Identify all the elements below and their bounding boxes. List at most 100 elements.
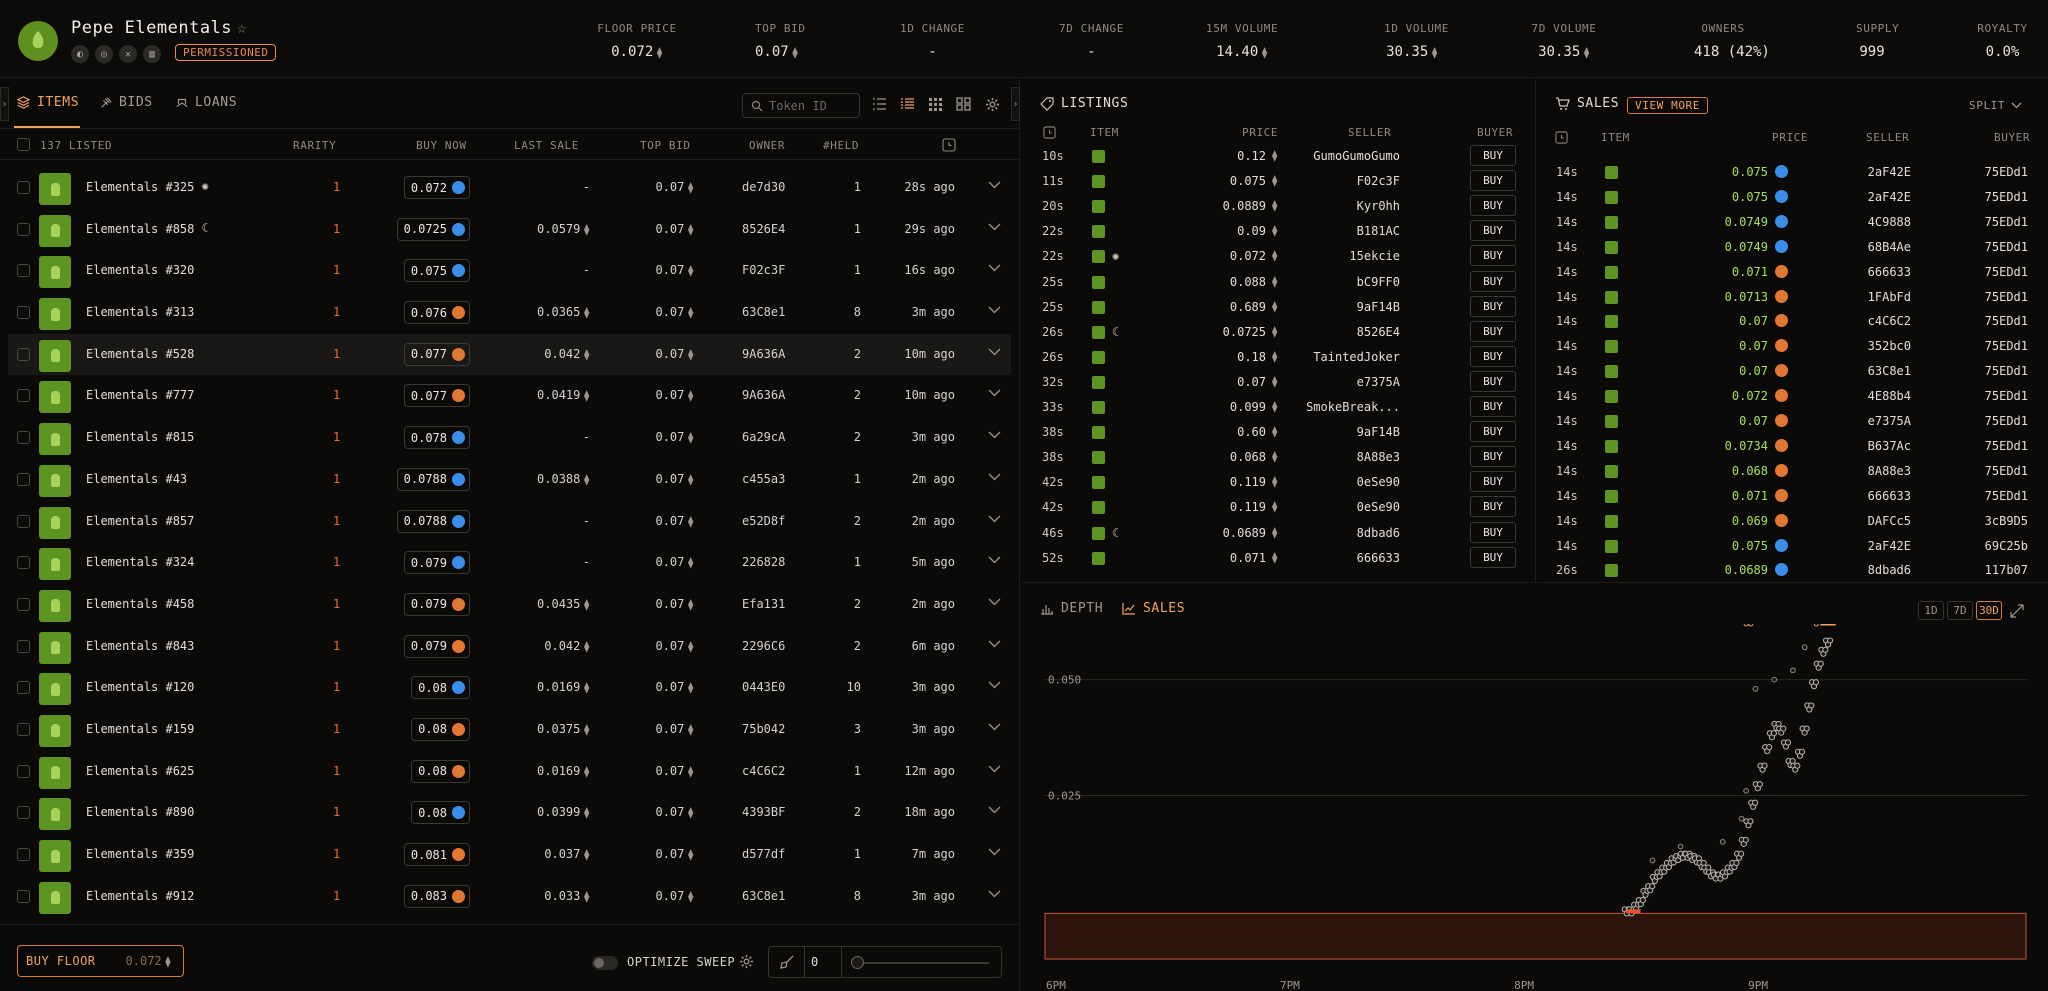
buy-now-button[interactable]: 0.072 xyxy=(403,176,470,199)
listing-seller[interactable]: GumoGumoGumo xyxy=(1313,149,1400,163)
listing-item-thumbnail[interactable] xyxy=(1092,451,1105,465)
listing-seller[interactable]: B181AC xyxy=(1357,224,1400,238)
owner-address[interactable]: 9A636A xyxy=(742,388,785,402)
table-row[interactable]: Elementals #313 1 0.076 0.0365 ⧫ 0.07 ⧫ 63C8e1 8… xyxy=(8,292,1011,334)
listing-seller[interactable]: 0eSe90 xyxy=(1357,475,1400,489)
listing-buy-button[interactable]: BUY xyxy=(1470,245,1516,267)
sale-buyer[interactable]: 75EDd1 xyxy=(1985,489,2028,503)
chevron-down-icon[interactable] xyxy=(988,348,1001,356)
item-name[interactable]: Elementals #313 xyxy=(86,305,194,319)
item-name[interactable]: Elementals #912 xyxy=(86,889,194,903)
owner-address[interactable]: c4C6C2 xyxy=(742,764,785,778)
sale-point[interactable] xyxy=(1649,857,1656,864)
listing-item-thumbnail[interactable] xyxy=(1092,401,1105,414)
row-checkbox[interactable] xyxy=(17,264,30,278)
sale-row[interactable]: 14s 0.075 2aF42E 75EDd1 xyxy=(1537,159,2048,184)
sale-seller[interactable]: B637Ac xyxy=(1868,439,1911,453)
item-name[interactable]: Elementals #120 xyxy=(86,680,194,694)
table-row[interactable]: Elementals #159 1 0.08 0.0375 ⧫ 0.07 ⧫ 75b042 3 3… xyxy=(8,709,1011,751)
sale-buyer[interactable]: 117b07 xyxy=(1985,563,2028,577)
owner-address[interactable]: 8526E4 xyxy=(742,222,785,236)
buy-now-button[interactable]: 0.0725 xyxy=(396,217,470,241)
item-name[interactable]: Elementals #843 xyxy=(86,639,194,653)
listing-buy-button[interactable]: BUY xyxy=(1470,320,1516,342)
expand-icon[interactable] xyxy=(2010,604,2024,618)
sale-item-thumbnail[interactable] xyxy=(1605,166,1618,179)
sale-row[interactable]: 14s 0.0713 1FAbFd 75EDd1 xyxy=(1537,284,2048,309)
sale-buyer[interactable]: 75EDd1 xyxy=(1985,414,2028,428)
sale-item-thumbnail[interactable] xyxy=(1605,415,1618,428)
listing-item-thumbnail[interactable] xyxy=(1092,551,1105,565)
sale-point[interactable] xyxy=(1733,859,1740,867)
sale-row[interactable]: 14s 0.0734 B637Ac 75EDd1 xyxy=(1537,433,2048,458)
chevron-down-icon[interactable] xyxy=(988,181,1001,189)
owner-address[interactable]: e52D8f xyxy=(742,514,785,528)
select-all-checkbox[interactable] xyxy=(17,138,30,151)
row-checkbox[interactable] xyxy=(17,431,30,445)
table-row[interactable]: Elementals #625 1 0.08 0.0169 ⧫ 0.07 ⧫ c4C6C2 1 1… xyxy=(8,751,1011,793)
sale-point[interactable] xyxy=(1770,730,1777,737)
listing-row[interactable]: 46s ☾ 0.0689 ⧫ 8dbad6 BUY xyxy=(1022,520,1536,545)
row-checkbox[interactable] xyxy=(17,889,30,903)
website-icon[interactable]: ◐ xyxy=(71,45,89,63)
listing-buy-button[interactable]: BUY xyxy=(1470,546,1516,568)
sale-point[interactable] xyxy=(1639,897,1646,904)
chevron-down-icon[interactable] xyxy=(988,640,1001,648)
col-owner[interactable]: OWNER xyxy=(749,139,785,152)
chart-icon[interactable]: ▥ xyxy=(143,45,161,63)
sale-buyer[interactable]: 75EDd1 xyxy=(1985,364,2028,378)
listing-seller[interactable]: Kyr0hh xyxy=(1357,199,1400,213)
sale-item-thumbnail[interactable] xyxy=(1605,539,1618,553)
sale-point[interactable] xyxy=(1752,799,1759,806)
nft-thumbnail[interactable] xyxy=(39,381,71,414)
clock-icon[interactable] xyxy=(942,138,956,152)
chevron-down-icon[interactable] xyxy=(988,890,1001,898)
table-row[interactable]: Elementals #43 1 0.0788 0.0388 ⧫ 0.07 ⧫ c455a3 1… xyxy=(8,459,1011,501)
sale-seller[interactable]: 666633 xyxy=(1868,489,1911,503)
sale-buyer[interactable]: 75EDd1 xyxy=(1985,190,2028,204)
buy-now-button[interactable]: 0.08 xyxy=(411,717,470,741)
sale-item-thumbnail[interactable] xyxy=(1605,365,1618,379)
chevron-down-icon[interactable] xyxy=(988,765,1001,773)
sale-buyer[interactable]: 75EDd1 xyxy=(1985,314,2028,328)
table-row[interactable]: Elementals #320 1 0.075-0.07 ⧫ F02c3F 1 16s ag… xyxy=(8,250,1011,292)
broom-icon[interactable] xyxy=(769,947,805,977)
listing-row[interactable]: 38s 0.60 ⧫ 9aF14B BUY xyxy=(1022,419,1536,444)
item-name[interactable]: Elementals #43 xyxy=(86,472,187,486)
item-name[interactable]: Elementals #858 xyxy=(86,222,194,236)
sale-point[interactable] xyxy=(1808,702,1815,709)
listing-row[interactable]: 42s 0.119 ⧫ 0eSe90 BUY xyxy=(1022,469,1536,494)
tab-loans[interactable]: LOANS xyxy=(175,95,237,110)
sale-row[interactable]: 14s 0.07 63C8e1 75EDd1 xyxy=(1537,358,2048,383)
sale-point[interactable] xyxy=(1803,725,1810,732)
buy-now-button[interactable]: 0.0788 xyxy=(396,509,470,533)
owner-address[interactable]: de7d30 xyxy=(742,180,785,194)
nft-thumbnail[interactable] xyxy=(39,798,71,831)
col-buy-now[interactable]: BUY NOW xyxy=(416,139,467,152)
range-1d[interactable]: 1D xyxy=(1918,601,1944,620)
favorite-star-icon[interactable]: ☆ xyxy=(237,18,247,37)
sale-point[interactable] xyxy=(1742,836,1749,843)
listing-seller[interactable]: 8526E4 xyxy=(1357,325,1400,339)
row-checkbox[interactable] xyxy=(17,639,30,653)
sale-row[interactable]: 14s 0.075 2aF42E 75EDd1 xyxy=(1537,184,2048,209)
sale-buyer[interactable]: 75EDd1 xyxy=(1985,290,2028,304)
col-held[interactable]: #HELD xyxy=(823,139,859,152)
sale-buyer[interactable]: 75EDd1 xyxy=(1985,215,2028,229)
listing-seller[interactable]: 8A88e3 xyxy=(1357,450,1400,464)
sale-point[interactable] xyxy=(1719,838,1726,845)
item-name[interactable]: Elementals #359 xyxy=(86,847,194,861)
sale-point[interactable] xyxy=(1790,667,1796,674)
sale-item-thumbnail[interactable] xyxy=(1605,464,1618,478)
buy-floor-button[interactable]: BUY FLOOR 0.072 ⧫ xyxy=(17,945,184,977)
item-name[interactable]: Elementals #777 xyxy=(86,388,194,402)
sale-buyer[interactable]: 3cB9D5 xyxy=(1985,514,2028,528)
listing-seller[interactable]: 666633 xyxy=(1357,551,1400,565)
listing-row[interactable]: 26s ☾ 0.0725 ⧫ 8526E4 BUY xyxy=(1022,319,1536,344)
owner-address[interactable]: 2296C6 xyxy=(742,639,785,653)
row-checkbox[interactable] xyxy=(17,722,30,736)
chevron-down-icon[interactable] xyxy=(988,264,1001,272)
listing-item-thumbnail[interactable] xyxy=(1092,375,1105,389)
buy-now-button[interactable]: 0.0788 xyxy=(396,467,470,491)
sale-seller[interactable]: 8A88e3 xyxy=(1868,464,1911,478)
